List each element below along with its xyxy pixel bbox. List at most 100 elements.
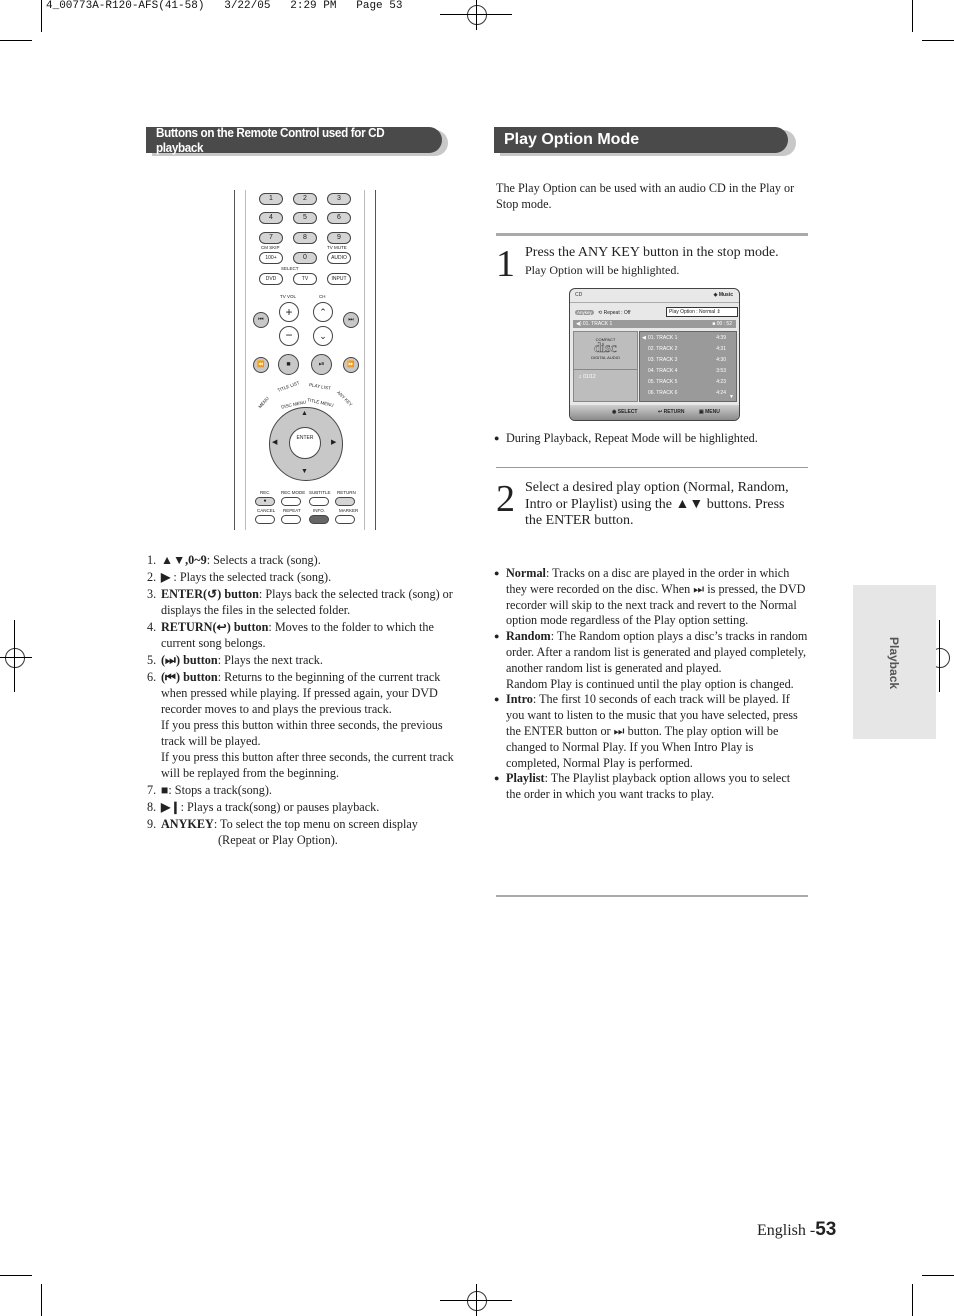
option-normal: ● Normal: Tracks on a disc are played in … [494, 566, 808, 629]
item-key: ▲▼,0~9 [161, 553, 207, 567]
option-name: Playlist [506, 771, 545, 786]
speaker-icon: ◀) [576, 321, 582, 327]
header-text: Play Option Mode [504, 131, 640, 148]
key-tv[interactable]: TV [293, 273, 317, 285]
item-text: : Plays the next track. [217, 653, 323, 667]
divider [496, 233, 808, 236]
key-input[interactable]: INPUT [327, 273, 351, 285]
label-rec: REC [260, 490, 270, 495]
track-name: 04. TRACK 4 [648, 368, 678, 374]
subtitle-button[interactable] [309, 497, 329, 506]
list-item: 4. RETURN(↩) button: Moves to the folder … [147, 619, 457, 651]
crop-mark [912, 1284, 913, 1316]
item-key: (⏭) button [161, 653, 218, 667]
play-pause-button[interactable]: ⏯ [311, 354, 332, 375]
option-playlist: ● Playlist: The Playlist playback option … [494, 771, 808, 803]
key-dvd[interactable]: DVD [259, 273, 283, 285]
osd-return[interactable]: ↩ RETURN [658, 405, 684, 420]
osd-mode: ◈ Music [714, 292, 733, 298]
crop-mark [0, 1275, 32, 1276]
osd-play-option-label: Play Option : Normal [669, 309, 716, 315]
scroll-down-icon[interactable]: ▼ [729, 394, 734, 400]
item-key: ENTER(↺) button [161, 587, 259, 601]
osd-menu[interactable]: ▣ MENU [699, 405, 720, 420]
track-count-value: 01/12 [583, 374, 596, 380]
track-row[interactable]: 02. TRACK 2 4:31 [648, 346, 726, 352]
key-5[interactable]: 5 [293, 212, 317, 224]
vol-down-button[interactable]: − [279, 326, 299, 346]
crop-mark [41, 1284, 42, 1316]
label-repeat: REPEAT [283, 508, 301, 513]
key-100plus[interactable]: 100+ [259, 252, 283, 264]
stop-button[interactable]: ■ [278, 354, 299, 375]
skip-back-button[interactable]: ⏮ [253, 312, 269, 328]
item-extra: If you press this button after three sec… [161, 750, 454, 780]
cancel-button[interactable] [255, 515, 275, 524]
key-4[interactable]: 4 [259, 212, 283, 224]
note-text: During Playback, Repeat Mode will be hig… [506, 431, 758, 445]
key-6[interactable]: 6 [327, 212, 351, 224]
crop-mark [476, 0, 477, 30]
rec-mode-button[interactable] [281, 497, 301, 506]
osd-repeat[interactable]: ⟲ Repeat : Off [598, 310, 630, 316]
key-7[interactable]: 7 [259, 232, 283, 244]
right-arrow-icon[interactable]: ▶ [331, 438, 336, 446]
osd-anykey-badge[interactable]: Anykey [575, 310, 594, 315]
key-3[interactable]: 3 [327, 193, 351, 205]
item-key: ANYKEY [161, 817, 214, 831]
crop-mark [939, 620, 940, 692]
skip-forward-button[interactable]: ⏭ [343, 312, 359, 328]
fast-forward-button[interactable]: ⏩ [343, 357, 359, 373]
label-subtitle: SUBTITLE [309, 490, 331, 495]
key-8[interactable]: 8 [293, 232, 317, 244]
osd-time-value: 00 : 52 [716, 321, 732, 327]
osd-track-count-panel: ♫ 01/12 [573, 369, 638, 402]
osd-play-option[interactable]: Play Option : Normal ⇕ [666, 307, 738, 317]
page-number: English -53 [757, 1219, 836, 1241]
list-item: 5. (⏭) button: Plays the next track. [147, 652, 457, 668]
up-arrow-icon[interactable]: ▲ [301, 409, 308, 417]
osd-footer: ◉ SELECT ↩ RETURN ▣ MENU [570, 405, 739, 420]
step-number: 2 [496, 478, 515, 520]
rewind-button[interactable]: ⏪ [253, 357, 269, 373]
rec-button[interactable]: ● [255, 497, 275, 506]
list-item: 6. (⏮) button: Returns to the beginning o… [147, 669, 457, 781]
key-1[interactable]: 1 [259, 193, 283, 205]
osd-select[interactable]: ◉ SELECT [612, 405, 638, 420]
left-arrow-icon[interactable]: ◀ [272, 438, 277, 446]
track-row[interactable]: 05. TRACK 5 4:23 [648, 379, 726, 385]
vol-up-button[interactable]: + [279, 302, 299, 322]
track-row[interactable]: 03. TRACK 3 4:30 [648, 357, 726, 363]
step-number: 1 [496, 243, 515, 285]
track-row[interactable]: 04. TRACK 4 3:53 [648, 368, 726, 374]
track-time: 4:24 [716, 390, 726, 396]
enter-button[interactable]: ENTER [289, 427, 321, 459]
osd-now-playing: 01. TRACK 1 [582, 321, 613, 327]
item-text: : To select the top menu on screen displ… [213, 817, 418, 831]
ch-down-button[interactable]: ⌄ [313, 326, 333, 346]
section-header-remote: Buttons on the Remote Control used for C… [146, 125, 442, 155]
ch-up-button[interactable]: ⌃ [313, 302, 333, 322]
label-rec-mode: REC MODE [281, 490, 306, 495]
step-title: Press the ANY KEY button in the stop mod… [525, 245, 779, 260]
osd-now-playing-bar: ◀) 01. TRACK 1 ■ 00 : 52 [573, 320, 736, 328]
key-audio[interactable]: AUDIO [327, 252, 351, 264]
track-row[interactable]: 06. TRACK 6 4:24 [648, 390, 726, 396]
marker-button[interactable] [335, 515, 355, 524]
play-option-list: ● Normal: Tracks on a disc are played in … [494, 566, 808, 803]
key-0[interactable]: 0 [293, 252, 317, 264]
key-9[interactable]: 9 [327, 232, 351, 244]
key-2[interactable]: 2 [293, 193, 317, 205]
down-arrow-icon[interactable]: ▼ [301, 467, 308, 475]
track-row[interactable]: 01. TRACK 1 4:39 [648, 335, 726, 341]
return-button[interactable] [335, 497, 355, 506]
repeat-button[interactable] [281, 515, 301, 524]
item-extra: If you press this button within three se… [161, 718, 443, 748]
label-ch: CH [319, 294, 326, 299]
info-button[interactable] [309, 515, 329, 524]
remote-button-list: 1. ▲▼,0~9: Selects a track (song). 2. ▶ : … [147, 552, 457, 849]
crop-mark [912, 0, 913, 32]
option-text: : The Playlist playback option allows yo… [506, 771, 791, 802]
item-key: ▶❙ [161, 800, 181, 814]
side-tab-label: Playback [887, 637, 901, 690]
